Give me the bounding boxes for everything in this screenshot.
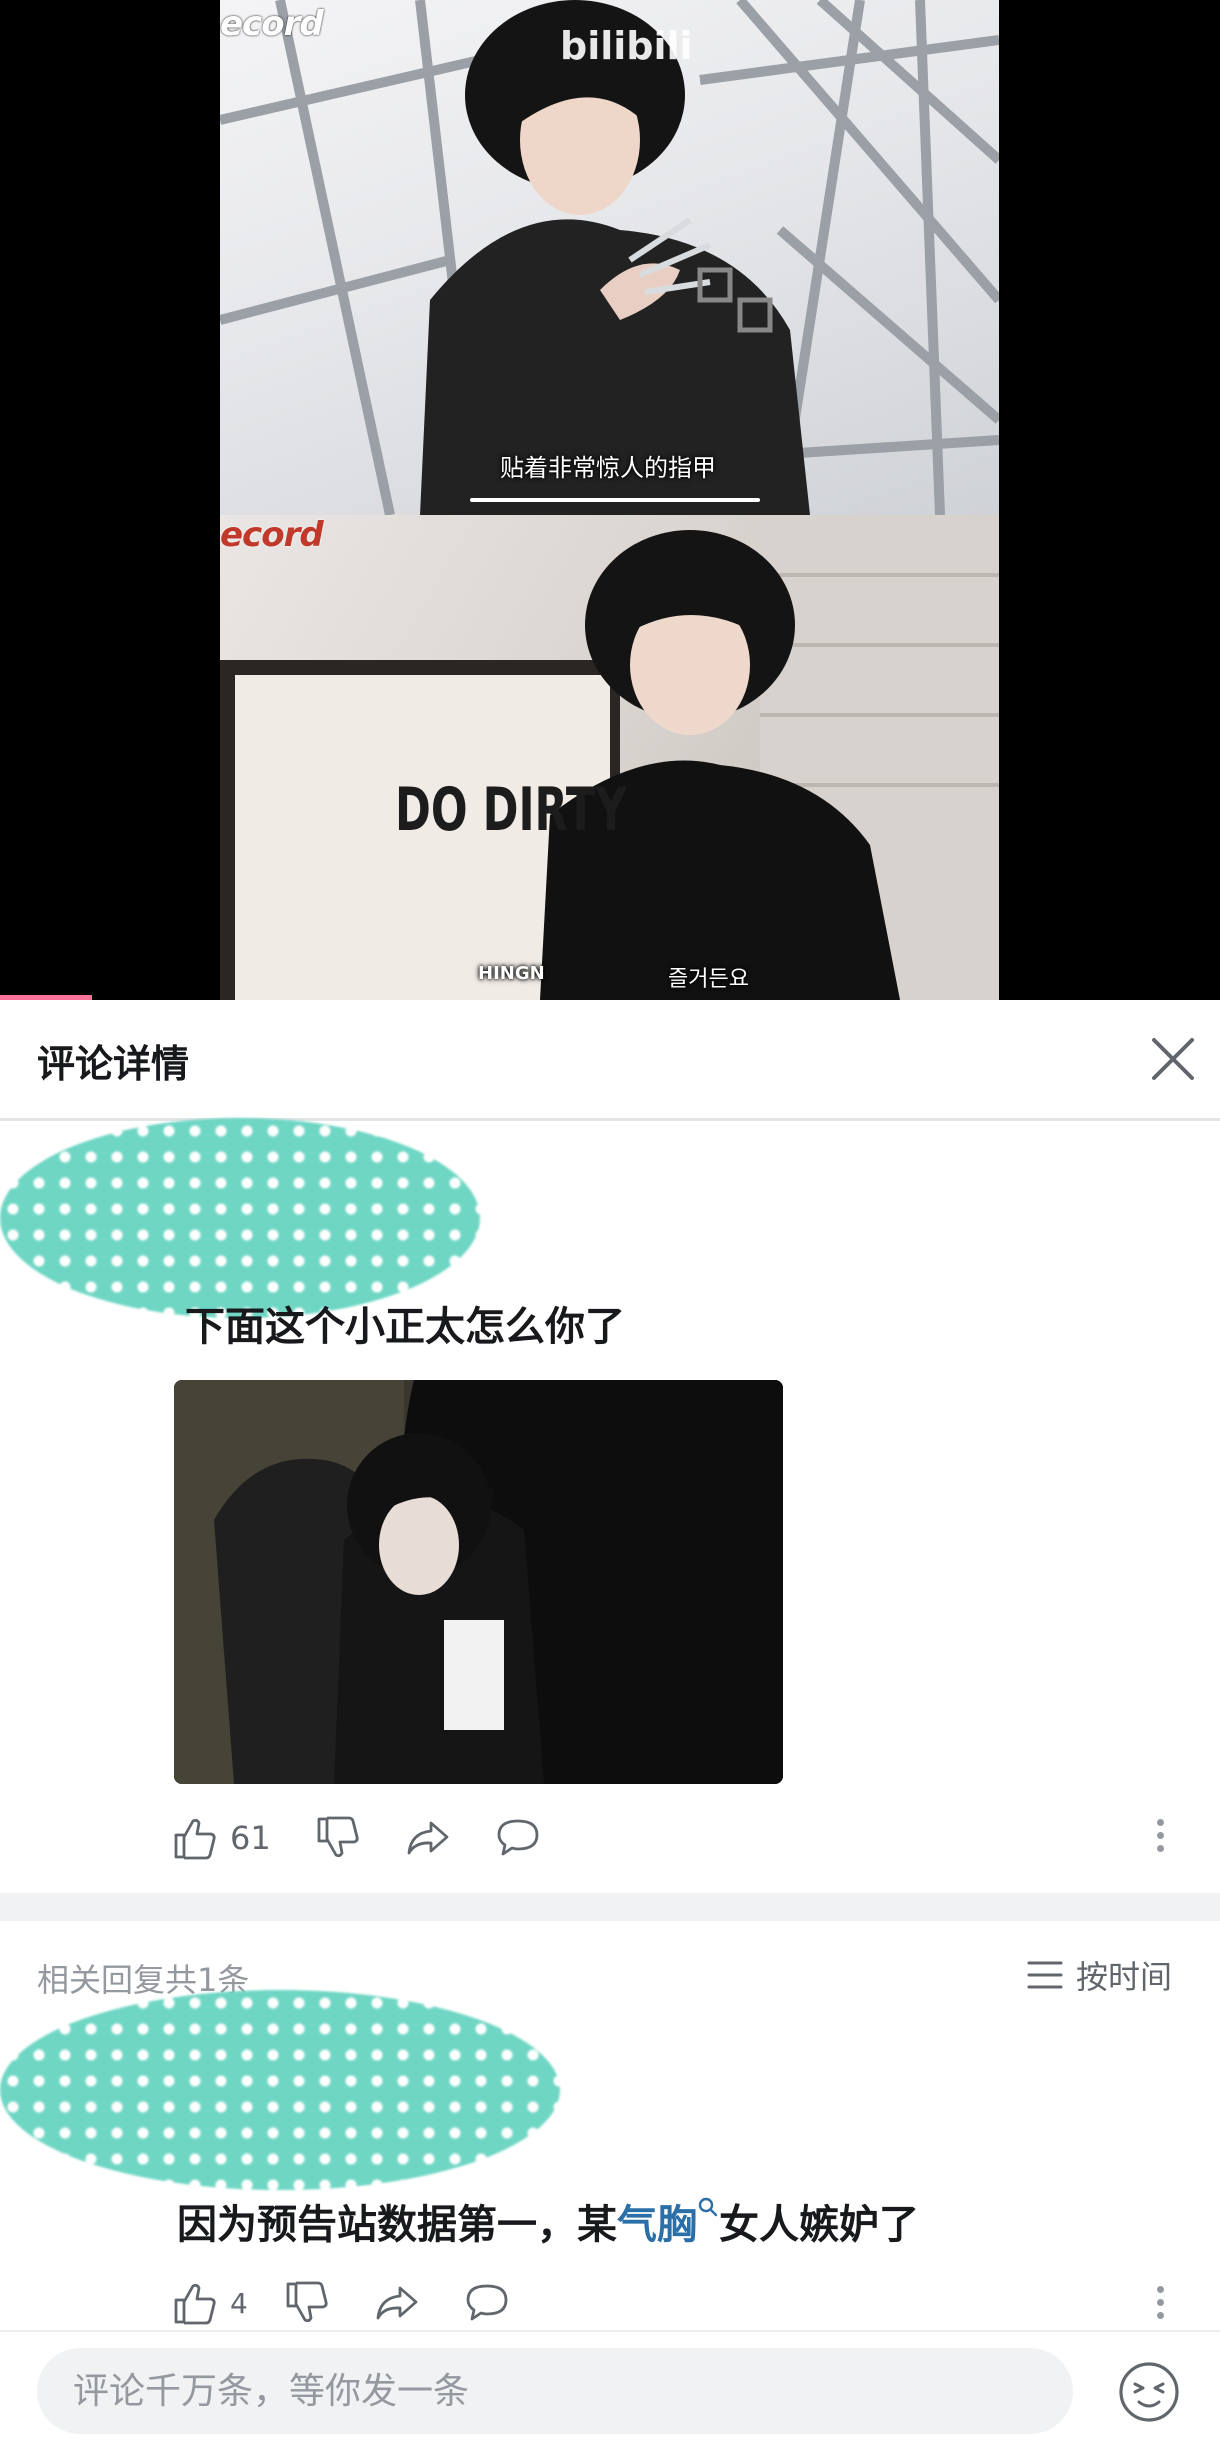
reply-icon — [466, 2284, 508, 2321]
share-icon — [407, 1821, 449, 1855]
share-button[interactable] — [405, 1815, 451, 1861]
thumb-up-icon — [174, 2283, 216, 2325]
sort-label: 按时间 — [1076, 1958, 1173, 1996]
thumb-down-icon — [317, 1816, 359, 1858]
reply-more-icon[interactable] — [1155, 2280, 1165, 2325]
page-title: 评论详情 — [37, 1042, 190, 1086]
video-player[interactable]: ecord bilibili 贴着非常惊人的指甲 DO DIRTY ecord … — [0, 0, 1220, 1000]
thumb-down-icon — [286, 2281, 328, 2323]
reply-text-after: 女人嫉妒了 — [719, 2202, 919, 2248]
reply-text: 因为预告站数据第一，某气胸 女人嫉妒了 — [177, 2192, 919, 2250]
comment-actions: 61 — [172, 1815, 585, 1861]
video-subtitle-2b: 즐거든요 — [668, 967, 749, 992]
reply-button[interactable] — [495, 1815, 541, 1861]
reply-like-count: 4 — [230, 2286, 248, 2320]
keyword-search-link[interactable]: 气胸 — [617, 2202, 697, 2248]
video-subtitle: 贴着非常惊人的指甲 — [500, 454, 716, 482]
sort-list-icon — [1027, 1961, 1063, 1989]
video-frame-top: ecord bilibili 贴着非常惊人的指甲 — [220, 0, 999, 515]
video-frame-bottom: DO DIRTY ecord HINGN 즐거든요 — [220, 515, 999, 1000]
video-scrub-indicator[interactable] — [470, 498, 760, 502]
comment-text: 下面这个小正太怎么你了 — [185, 1304, 625, 1350]
avatar-username-redaction — [0, 1118, 480, 1318]
reply-like-button[interactable]: 4 — [172, 2280, 248, 2326]
thumb-up-icon — [174, 1818, 216, 1860]
channel-watermark: ecord — [220, 4, 324, 44]
video-subtitle-2a: HINGN — [478, 963, 545, 984]
reply-share-button[interactable] — [374, 2280, 420, 2326]
reply-actions: 4 — [172, 2280, 554, 2326]
search-icon[interactable] — [697, 2196, 719, 2218]
more-icon[interactable] — [1155, 1813, 1165, 1858]
dislike-button[interactable] — [315, 1815, 361, 1861]
sort-button[interactable]: 按时间 — [1026, 1952, 1172, 1998]
reply-icon — [497, 1819, 539, 1856]
shirt-print: DO DIRTY — [395, 775, 627, 845]
comment-image[interactable] — [174, 1380, 783, 1784]
like-button[interactable]: 61 — [172, 1815, 271, 1861]
close-icon[interactable] — [1150, 1036, 1196, 1082]
bilibili-logo: bilibili — [560, 24, 693, 68]
reply-reply-button[interactable] — [464, 2280, 510, 2326]
reply-text-before: 因为预告站数据第一，某 — [177, 2202, 617, 2248]
channel-watermark-2: ecord — [220, 515, 324, 555]
like-count: 61 — [230, 1819, 271, 1857]
reply-dislike-button[interactable] — [284, 2280, 330, 2326]
reply-avatar-redaction — [0, 1990, 560, 2190]
emoji-icon[interactable] — [1117, 2360, 1181, 2424]
section-divider — [0, 1893, 1220, 1921]
person-photo — [420, 0, 810, 515]
comment-photo — [174, 1380, 783, 1784]
share-icon — [376, 2286, 418, 2320]
comment-input[interactable] — [37, 2348, 1073, 2434]
person-photo-2 — [220, 515, 999, 1000]
